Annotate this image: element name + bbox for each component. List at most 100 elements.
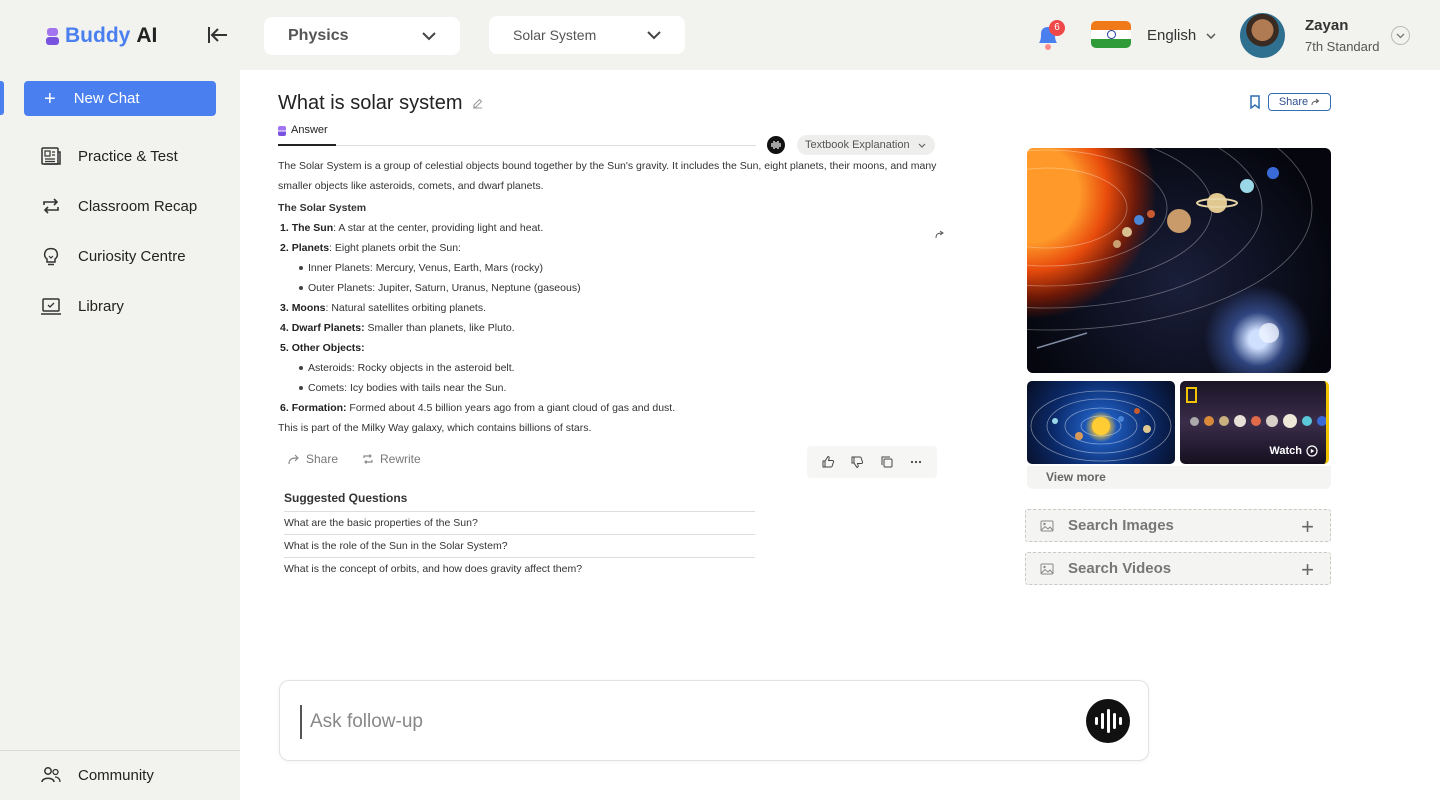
feedback-bar [807, 446, 937, 478]
search-images-button[interactable]: Search Images + [1025, 509, 1331, 542]
active-indicator [0, 81, 4, 115]
language-value: English [1147, 27, 1197, 44]
sidebar-item-label: Library [78, 297, 124, 315]
bookmark-icon[interactable] [1249, 95, 1261, 110]
logo-buddy-text: Buddy [65, 24, 131, 47]
voice-input-button[interactable] [1086, 699, 1130, 743]
explanation-mode-dropdown[interactable]: Textbook Explanation [797, 135, 935, 155]
thumbs-down-icon[interactable] [850, 455, 864, 469]
share-arrow-icon [1311, 98, 1320, 106]
list-item: 5. Other Objects: [280, 342, 365, 354]
share-icon [288, 454, 299, 464]
chevron-down-icon [647, 30, 661, 39]
share-button-top[interactable]: Share [1268, 93, 1331, 111]
sidebar-divider [0, 750, 240, 751]
topic-dropdown[interactable]: Solar System [489, 16, 685, 54]
user-grade: 7th Standard [1305, 39, 1380, 54]
sidebar-item-curiosity-centre[interactable]: Curiosity Centre [40, 245, 186, 267]
question-text: What is solar system [278, 92, 463, 114]
chevron-down-icon [422, 31, 436, 40]
search-images-label: Search Images [1068, 517, 1174, 534]
notification-badge: 6 [1049, 20, 1065, 36]
topic-value: Solar System [513, 27, 597, 43]
image-icon [1040, 563, 1054, 574]
chevron-down-icon [918, 143, 926, 148]
subject-value: Physics [288, 27, 349, 44]
new-chat-label: New Chat [73, 90, 140, 107]
suggested-questions-title: Suggested Questions [284, 491, 408, 505]
sidebar-item-label: Practice & Test [78, 147, 178, 165]
view-more-link[interactable]: View more [1046, 470, 1106, 484]
tab-underline [336, 145, 756, 146]
answer-closing: This is part of the Milky Way galaxy, wh… [278, 422, 592, 434]
community-icon [41, 767, 61, 783]
logo-ai-text: AI [136, 24, 158, 47]
user-name: Zayan [1305, 17, 1349, 34]
laptop-icon [41, 298, 61, 315]
image-icon [1040, 520, 1054, 531]
suggested-question[interactable]: What is the concept of orbits, and how d… [284, 557, 755, 580]
suggested-questions-list: What are the basic properties of the Sun… [284, 511, 755, 580]
india-flag-icon[interactable] [1091, 21, 1131, 48]
answer-intro: The Solar System is a group of celestial… [278, 160, 937, 192]
rewrite-label: Rewrite [380, 452, 421, 466]
play-icon [1306, 445, 1318, 457]
search-videos-label: Search Videos [1068, 560, 1172, 577]
explanation-mode-value: Textbook Explanation [805, 139, 910, 151]
list-item: 6. Formation: Formed about 4.5 billion y… [280, 402, 676, 414]
avatar[interactable] [1240, 13, 1285, 58]
sidebar-item-library[interactable]: Library [40, 295, 124, 317]
share-label: Share [306, 452, 339, 466]
suggested-question[interactable]: What are the basic properties of the Sun… [284, 511, 755, 534]
community-label: Community [78, 766, 154, 784]
thumbs-up-icon[interactable] [821, 455, 835, 469]
answer-body: The Solar System is a group of celestial… [278, 156, 938, 438]
solar-system-thumbnail[interactable] [1027, 381, 1175, 464]
user-menu-chevron-icon[interactable] [1391, 26, 1410, 45]
question-title: What is solar system [278, 92, 483, 115]
repeat-icon [363, 454, 373, 464]
expand-icon[interactable] [935, 226, 945, 239]
plus-icon: + [1301, 514, 1314, 539]
edit-icon[interactable] [472, 98, 483, 109]
sidebar-item-label: Curiosity Centre [78, 247, 186, 265]
audio-wave-icon[interactable] [767, 136, 785, 154]
planet-row [1190, 414, 1326, 428]
lightbulb-icon [43, 247, 59, 266]
robot-icon [46, 27, 59, 45]
answer-heading: The Solar System [278, 202, 367, 214]
solar-system-video-thumbnail[interactable]: Watch [1180, 381, 1329, 464]
new-chat-button[interactable]: + New Chat [24, 81, 216, 116]
list-item: 1. The Sun: A star at the center, provid… [280, 222, 544, 234]
list-item: 2. Planets: Eight planets orbit the Sun: [280, 242, 461, 254]
search-videos-button[interactable]: Search Videos + [1025, 552, 1331, 585]
copy-icon[interactable] [880, 455, 894, 469]
followup-box [279, 680, 1149, 761]
more-options-icon[interactable] [909, 455, 923, 469]
robot-icon [278, 126, 286, 136]
chevron-down-icon [1206, 32, 1216, 39]
sidebar-item-label: Classroom Recap [78, 197, 198, 215]
top-bar: Buddy AI [0, 0, 1440, 70]
national-geographic-logo-icon [1186, 387, 1197, 403]
plus-icon: + [1301, 557, 1314, 582]
logo[interactable]: Buddy AI [46, 24, 157, 48]
tab-answer[interactable]: Answer [278, 122, 336, 146]
suggested-question[interactable]: What is the role of the Sun in the Solar… [284, 534, 755, 557]
list-item: 3. Moons: Natural satellites orbiting pl… [280, 302, 487, 314]
sidebar-item-community[interactable]: Community [40, 764, 154, 786]
language-selector[interactable]: English [1147, 27, 1216, 44]
sidebar [0, 70, 240, 800]
sidebar-item-practice-test[interactable]: Practice & Test [40, 145, 178, 167]
solar-system-image[interactable] [1027, 148, 1331, 373]
newspaper-icon [41, 147, 61, 165]
watch-label: Watch [1269, 445, 1318, 457]
share-button[interactable]: Share [288, 452, 338, 466]
rewrite-button[interactable]: Rewrite [362, 452, 421, 466]
subject-dropdown[interactable]: Physics [264, 17, 460, 55]
collapse-sidebar-icon[interactable] [207, 25, 229, 45]
list-bullet: Outer Planets: Jupiter, Saturn, Uranus, … [278, 278, 938, 298]
sidebar-item-classroom-recap[interactable]: Classroom Recap [40, 195, 197, 217]
followup-input[interactable] [300, 705, 1060, 739]
list-item: 4. Dwarf Planets: Smaller than planets, … [280, 322, 515, 334]
